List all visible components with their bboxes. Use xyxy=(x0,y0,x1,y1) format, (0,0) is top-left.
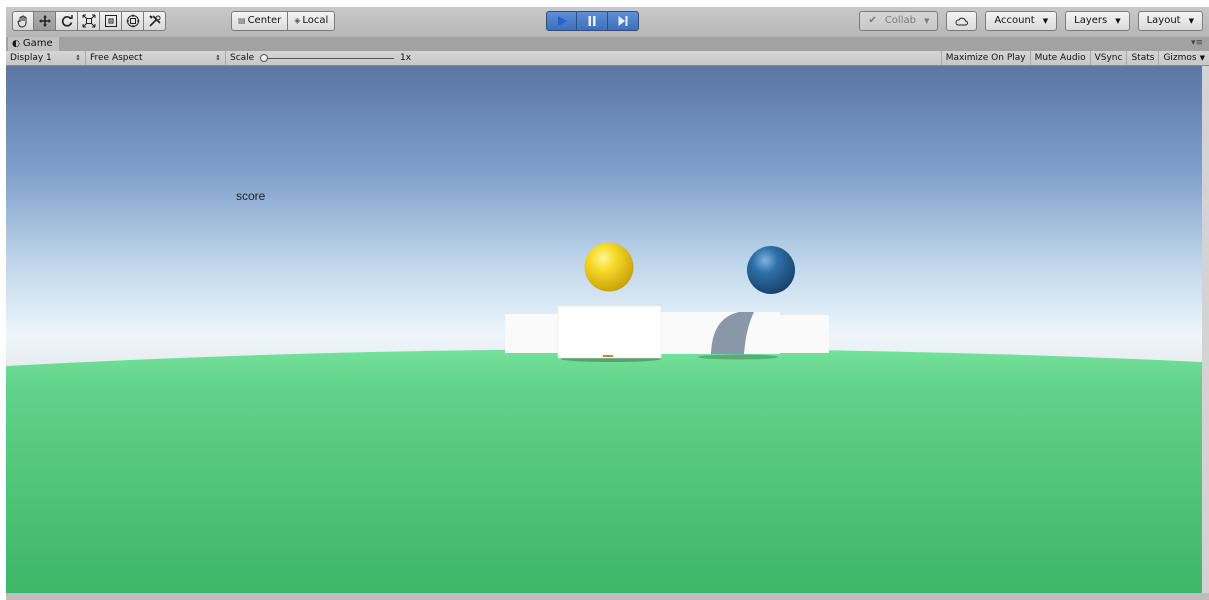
hand-tool-button[interactable] xyxy=(12,11,34,31)
pivot-label: Center xyxy=(247,15,282,26)
chevron-down-icon: ▼ xyxy=(923,17,930,25)
play-controls xyxy=(546,11,639,31)
account-label: Account xyxy=(994,15,1035,26)
pivot-center-button[interactable]: ▤ Center xyxy=(231,11,289,31)
vsync-toggle[interactable]: VSync xyxy=(1089,51,1127,65)
game-viewport[interactable]: score xyxy=(6,66,1202,593)
scale-tool-button[interactable] xyxy=(78,11,100,31)
transform-tools xyxy=(12,11,166,31)
space-label: Local xyxy=(302,15,329,26)
play-icon xyxy=(557,16,567,26)
rect-tool-button[interactable] xyxy=(100,11,122,31)
account-area: ✔ Collab ▼ Account ▼ Layers ▼ Layout ▼ xyxy=(859,11,1203,31)
play-button[interactable] xyxy=(546,11,577,31)
scale-label-group: Scale xyxy=(226,51,258,65)
collab-label: Collab xyxy=(884,15,916,26)
updown-icon: ⇕ xyxy=(75,54,81,62)
unity-editor: ▤ Center ◈ Local ✔ Collab ▼ Account ▼ La… xyxy=(6,7,1209,600)
blue-ball xyxy=(747,246,795,294)
layout-dropdown[interactable]: Layout ▼ xyxy=(1137,11,1203,31)
game-view-toolbar: Display 1 ⇕ Free Aspect ⇕ Scale 1x Maxim… xyxy=(6,51,1209,66)
pivot-toggle-group: ▤ Center ◈ Local xyxy=(231,11,336,31)
tab-menu-icon[interactable]: ▾≡ xyxy=(1191,38,1203,48)
stats-label: Stats xyxy=(1131,53,1155,63)
mute-audio-toggle[interactable]: Mute Audio xyxy=(1029,51,1090,65)
chevron-down-icon: ▼ xyxy=(1115,17,1121,25)
chevron-down-icon: ▼ xyxy=(1042,17,1049,25)
rotate-icon xyxy=(61,15,73,27)
game-view-options: Maximize On Play Mute Audio VSync Stats … xyxy=(940,51,1209,65)
white-block xyxy=(779,315,829,353)
transform-icon xyxy=(126,14,139,28)
gizmos-label: Gizmos xyxy=(1163,53,1197,63)
chevron-down-icon: ▼ xyxy=(1188,17,1194,25)
collab-button[interactable]: ✔ Collab ▼ xyxy=(859,11,939,31)
cloud-icon xyxy=(955,17,969,26)
viewport-right-edge xyxy=(1202,66,1209,593)
scale-slider-handle[interactable] xyxy=(260,54,268,62)
game-tab-icon: ◐ xyxy=(12,39,20,49)
step-button[interactable] xyxy=(608,11,639,31)
move-icon xyxy=(38,15,51,27)
tab-bar: ◐ Game ▾≡ xyxy=(6,37,1209,51)
gizmos-dropdown[interactable]: Gizmos ▼ xyxy=(1158,51,1209,65)
scale-value-group: 1x xyxy=(396,51,415,65)
score-text: score xyxy=(236,189,266,203)
maximize-on-play-toggle[interactable]: Maximize On Play xyxy=(940,51,1030,65)
scale-icon xyxy=(82,14,95,28)
pause-icon xyxy=(588,16,596,26)
hand-icon xyxy=(17,15,27,28)
display-dropdown[interactable]: Display 1 ⇕ xyxy=(6,51,86,65)
scale-slider-track[interactable] xyxy=(264,58,394,59)
pause-button[interactable] xyxy=(577,11,608,31)
aspect-dropdown[interactable]: Free Aspect ⇕ xyxy=(86,51,226,65)
block-shadow xyxy=(698,354,778,360)
vsync-label: VSync xyxy=(1094,53,1123,63)
cloud-button[interactable] xyxy=(946,11,978,31)
maximize-on-play-label: Maximize On Play xyxy=(945,53,1026,63)
pivot-icon: ▤ xyxy=(238,16,246,25)
custom-tool-button[interactable] xyxy=(144,11,166,31)
aspect-label: Free Aspect xyxy=(90,53,143,63)
mute-audio-label: Mute Audio xyxy=(1034,53,1086,63)
layers-dropdown[interactable]: Layers ▼ xyxy=(1065,11,1130,31)
collab-check-icon: ✔ xyxy=(868,15,877,26)
pivot-local-button[interactable]: ◈ Local xyxy=(288,11,336,31)
transform-tool-button[interactable] xyxy=(122,11,144,31)
block-detail xyxy=(603,355,613,357)
rotate-tool-button[interactable] xyxy=(56,11,78,31)
move-tool-button[interactable] xyxy=(34,11,56,31)
local-space-icon: ◈ xyxy=(294,16,301,25)
layers-label: Layers xyxy=(1074,15,1108,26)
stats-toggle[interactable]: Stats xyxy=(1126,51,1158,65)
ground-plane xyxy=(6,348,1202,593)
step-icon xyxy=(618,16,628,26)
updown-icon: ⇕ xyxy=(215,54,221,62)
white-block xyxy=(557,305,662,359)
scale-value: 1x xyxy=(400,53,412,63)
white-block xyxy=(505,314,560,353)
main-toolbar: ▤ Center ◈ Local ✔ Collab ▼ Account ▼ La… xyxy=(6,7,1209,37)
tab-label: Game xyxy=(22,38,53,49)
account-dropdown[interactable]: Account ▼ xyxy=(985,11,1058,31)
display-label: Display 1 xyxy=(10,53,52,63)
rect-icon xyxy=(104,15,117,27)
tools-icon xyxy=(148,15,161,27)
yellow-ball xyxy=(584,242,634,292)
scale-label: Scale xyxy=(230,53,255,63)
tab-game[interactable]: ◐ Game xyxy=(8,37,59,51)
chevron-down-icon: ▼ xyxy=(1199,54,1205,62)
layout-label: Layout xyxy=(1146,15,1181,26)
game-scene xyxy=(6,66,1202,593)
status-bar xyxy=(6,593,1209,600)
